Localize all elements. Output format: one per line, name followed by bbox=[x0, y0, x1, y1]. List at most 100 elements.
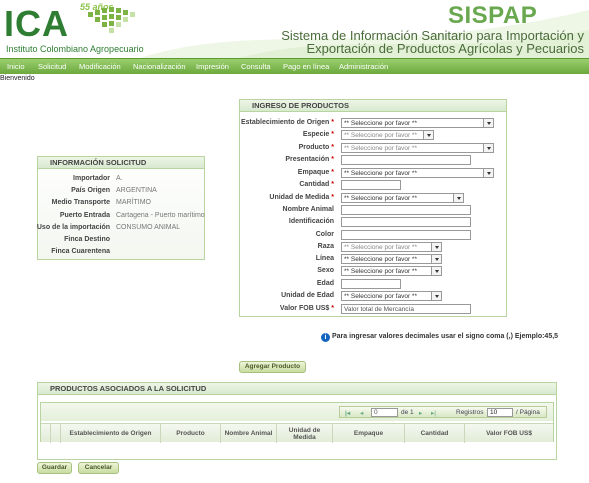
info-value-puerto-entrada: Cartagena - Puerto marítimo bbox=[116, 212, 205, 219]
label-edad: Edad bbox=[316, 280, 334, 287]
menu-item-solicitud[interactable]: Solicitud bbox=[38, 62, 66, 71]
info-label-puerto-entrada: Puerto Entrada bbox=[59, 212, 110, 219]
chevron-down-icon bbox=[453, 194, 463, 202]
cancelar-button[interactable]: Cancelar bbox=[78, 462, 119, 474]
productos-asociados-title: PRODUCTOS ASOCIADOS A LA SOLICITUD bbox=[38, 383, 556, 395]
next-page-icon[interactable]: ▸ bbox=[419, 409, 422, 417]
system-subtitle-line2: Exportación de Productos Agrícolas y Pec… bbox=[306, 41, 584, 56]
grid-col-nombre-animal[interactable]: Nombre Animal bbox=[221, 424, 277, 443]
info-icon: i bbox=[321, 333, 330, 342]
chevron-down-icon bbox=[431, 243, 441, 251]
label-nombre-animal: Nombre Animal bbox=[282, 206, 334, 213]
sexo-select[interactable]: ** Seleccione por favor ** bbox=[341, 266, 442, 276]
chevron-down-icon bbox=[483, 169, 493, 177]
decimal-note-text: Para ingresar valores decimales usar el … bbox=[332, 333, 559, 340]
nombre-animal-input[interactable] bbox=[341, 205, 471, 215]
grid-col-producto[interactable]: Producto bbox=[161, 424, 221, 443]
identificacion-input[interactable] bbox=[341, 217, 471, 227]
decimal-note: i Para ingresar valores decimales usar el… bbox=[321, 333, 558, 342]
grid-col-empaque[interactable]: Empaque bbox=[333, 424, 405, 443]
chevron-down-icon bbox=[483, 119, 493, 127]
header: ICA 55 años Instituto Colombiano Agropec… bbox=[0, 0, 589, 58]
establecimiento-select[interactable]: ** Seleccione por favor ** bbox=[341, 118, 494, 128]
menu-item-impresion[interactable]: Impresión bbox=[196, 62, 229, 71]
info-label-finca-destino: Finca Destino bbox=[64, 236, 110, 243]
edad-input[interactable] bbox=[341, 279, 401, 289]
label-especie: Especie * bbox=[302, 131, 334, 138]
chevron-down-icon bbox=[431, 292, 441, 300]
ica-logo-text[interactable]: ICA bbox=[4, 6, 69, 42]
label-presentacion: Presentación * bbox=[285, 156, 334, 163]
ingreso-productos-panel: INGRESO DE PRODUCTOS Establecimiento de … bbox=[239, 99, 507, 317]
label-empaque: Empaque * bbox=[297, 169, 334, 176]
label-producto: Producto * bbox=[298, 144, 334, 151]
label-cantidad: Cantidad * bbox=[299, 181, 334, 188]
presentacion-input[interactable] bbox=[341, 155, 471, 165]
per-page-label: / Página bbox=[516, 409, 540, 416]
agregar-producto-button[interactable]: Agregar Producto bbox=[239, 361, 306, 373]
label-valor-fob: Valor FOB US$ * bbox=[279, 305, 334, 312]
grid-col-empty-2 bbox=[51, 424, 61, 443]
label-unidad-medida: Unidad de Medida * bbox=[269, 194, 334, 201]
info-solicitud-title: INFORMACIÓN SOLICITUD bbox=[38, 157, 204, 169]
linea-select[interactable]: ** Seleccione por favor ** bbox=[341, 254, 442, 264]
info-label-uso-importacion: Uso de la importación bbox=[36, 224, 110, 231]
main-menu: Inicio Solicitud Modificación Nacionaliz… bbox=[0, 58, 589, 74]
info-value-uso-importacion: CONSUMO ANIMAL bbox=[116, 224, 181, 231]
menu-item-consulta[interactable]: Consulta bbox=[241, 62, 271, 71]
info-label-importador: Importador bbox=[73, 175, 110, 182]
label-sexo: Sexo bbox=[317, 267, 334, 274]
label-color: Color bbox=[315, 231, 334, 238]
grid-col-valor-fob[interactable]: Valor FOB US$ bbox=[465, 424, 553, 443]
info-value-importador: A. bbox=[116, 175, 123, 182]
menu-item-pago-en-linea[interactable]: Pago en línea bbox=[283, 62, 329, 71]
chevron-down-icon bbox=[483, 144, 493, 152]
grid-col-establecimiento[interactable]: Establecimiento de Origen bbox=[61, 424, 161, 443]
ingreso-productos-title: INGRESO DE PRODUCTOS bbox=[240, 100, 506, 112]
label-establecimiento: Establecimiento de Origen * bbox=[241, 119, 334, 126]
raza-select[interactable]: ** Seleccione por favor ** bbox=[341, 242, 442, 252]
info-label-medio-transporte: Medio Transporte bbox=[51, 199, 110, 206]
guardar-button[interactable]: Guardar bbox=[37, 462, 72, 474]
producto-select[interactable]: ** Seleccione por favor ** bbox=[341, 143, 494, 153]
info-label-finca-cuarentena: Finca Cuarentena bbox=[51, 248, 110, 255]
registros-input[interactable]: 10 bbox=[487, 408, 513, 417]
label-unidad-edad: Unidad de Edad bbox=[281, 292, 334, 299]
ica-logo-icon bbox=[88, 7, 135, 33]
chevron-down-icon bbox=[423, 131, 433, 139]
valor-fob-input[interactable]: Valor total de Mercancía bbox=[341, 304, 471, 314]
grid-col-cantidad[interactable]: Cantidad bbox=[405, 424, 465, 443]
info-value-pais-origen: ARGENTINA bbox=[116, 187, 157, 194]
label-raza: Raza bbox=[317, 243, 334, 250]
page-input[interactable]: 0 bbox=[371, 408, 398, 417]
cantidad-input[interactable] bbox=[341, 180, 401, 190]
grid-pager: |◂ ◂ 0 de 1 ▸ ▸| Registros 10 / Página bbox=[41, 403, 553, 421]
last-page-icon[interactable]: ▸| bbox=[431, 409, 436, 417]
menu-item-nacionalizacion[interactable]: Nacionalización bbox=[133, 62, 186, 71]
menu-item-inicio[interactable]: Inicio bbox=[7, 62, 25, 71]
info-solicitud-panel: INFORMACIÓN SOLICITUD Importador A. País… bbox=[37, 156, 205, 260]
prev-page-icon[interactable]: ◂ bbox=[360, 409, 363, 417]
empaque-select[interactable]: ** Seleccione por favor ** bbox=[341, 168, 494, 178]
institute-name: Instituto Colombiano Agropecuario bbox=[6, 44, 144, 54]
welcome-text: Bienvenido bbox=[0, 75, 35, 82]
app-title: SISPAP bbox=[448, 2, 538, 29]
first-page-icon[interactable]: |◂ bbox=[345, 409, 350, 417]
label-linea: Línea bbox=[315, 255, 334, 262]
especie-select[interactable]: ** Seleccione por favor ** bbox=[341, 130, 434, 140]
label-identificacion: Identificación bbox=[288, 218, 334, 225]
menu-item-modificacion[interactable]: Modificación bbox=[79, 62, 121, 71]
unidad-edad-select[interactable]: ** Seleccione por favor ** bbox=[341, 291, 442, 301]
page-of-label: de 1 bbox=[401, 409, 414, 416]
registros-label: Registros bbox=[456, 409, 484, 416]
color-input[interactable] bbox=[341, 230, 471, 240]
grid-col-empty-1 bbox=[41, 424, 51, 443]
info-value-medio-transporte: MARÍTIMO bbox=[116, 199, 151, 206]
pager-controls: |◂ ◂ 0 de 1 ▸ ▸| Registros 10 / Página bbox=[339, 406, 547, 418]
grid-header: Establecimiento de Origen Producto Nombr… bbox=[41, 423, 553, 443]
unidad-medida-select[interactable]: ** Seleccione por favor ** bbox=[341, 193, 464, 203]
productos-grid: |◂ ◂ 0 de 1 ▸ ▸| Registros 10 / Página E… bbox=[40, 402, 554, 443]
menu-item-administracion[interactable]: Administración bbox=[339, 62, 388, 71]
grid-col-unidad-medida[interactable]: Unidad de Medida bbox=[277, 424, 333, 443]
chevron-down-icon bbox=[431, 267, 441, 275]
